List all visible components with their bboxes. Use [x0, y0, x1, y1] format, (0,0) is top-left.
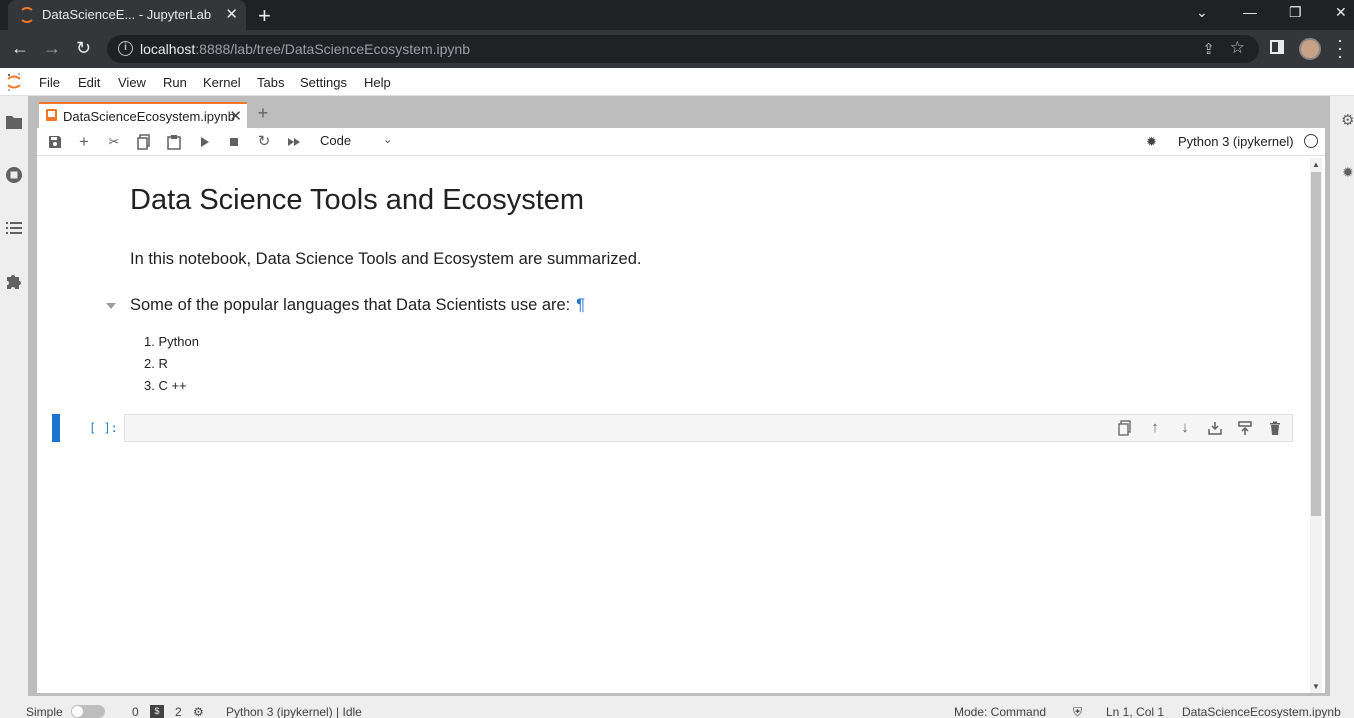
menu-view[interactable]: View	[118, 75, 146, 90]
restart-run-all-icon[interactable]	[286, 134, 302, 150]
copy-icon[interactable]	[136, 134, 152, 150]
running-kernels-icon[interactable]	[5, 166, 23, 184]
menu-tabs[interactable]: Tabs	[257, 75, 284, 90]
collapse-heading-icon[interactable]	[106, 303, 116, 309]
stop-icon[interactable]	[226, 134, 242, 150]
forward-icon[interactable]: →	[43, 38, 61, 59]
save-icon[interactable]	[47, 134, 63, 150]
right-activity-bar: ⚙ ✹	[1330, 96, 1354, 696]
extensions-icon[interactable]	[5, 272, 23, 290]
notebook-toolbar: + ✂ ↻ Code ⌄ ✹ Python 3 (ipykernel)	[37, 128, 1325, 156]
reload-icon[interactable]: ↻	[76, 38, 91, 59]
file-browser-icon[interactable]	[5, 113, 23, 131]
delete-cell-icon[interactable]	[1267, 420, 1283, 436]
bug-icon[interactable]: ✹	[1146, 134, 1157, 150]
notebook-scrollbar[interactable]: ▲ ▼	[1310, 158, 1322, 693]
run-icon[interactable]	[196, 134, 212, 150]
restart-kernel-icon[interactable]: ↻	[256, 134, 272, 150]
tab-search-icon[interactable]: ⌄	[1196, 4, 1208, 21]
scrollbar-thumb[interactable]	[1311, 172, 1321, 516]
languages-list: 1. Python 2. R 3. C ++	[144, 331, 199, 397]
side-panel-icon[interactable]	[1270, 40, 1284, 54]
languages-heading: Some of the popular languages that Data …	[130, 296, 585, 315]
profile-avatar[interactable]	[1299, 38, 1321, 60]
browser-tabbar: DataScienceE... - JupyterLab ✕ + ⌄ — ❐ ✕	[0, 0, 1354, 30]
browser-tab[interactable]: DataScienceE... - JupyterLab ✕	[8, 0, 246, 30]
browser-menu-icon[interactable]: · · ·	[1337, 31, 1343, 65]
terminals-count[interactable]: 0	[132, 705, 139, 718]
simple-mode-label: Simple	[26, 705, 63, 718]
kernel-status-circle-icon	[1304, 134, 1318, 148]
status-filename: DataScienceEcosystem.ipynb	[1182, 705, 1341, 718]
status-bar: Simple 0 $ 2 ⚙ Python 3 (ipykernel) | Id…	[0, 696, 1354, 718]
menu-help[interactable]: Help	[364, 75, 391, 90]
intro-paragraph: In this notebook, Data Science Tools and…	[130, 250, 642, 268]
menu-file[interactable]: File	[39, 75, 60, 90]
mode-indicator: Mode: Command	[954, 705, 1047, 718]
languages-heading-text: Some of the popular languages that Data …	[130, 296, 571, 314]
list-item: 3. C ++	[144, 378, 187, 393]
bookmark-star-icon[interactable]: ☆	[1230, 38, 1245, 58]
scroll-up-icon[interactable]: ▲	[1312, 160, 1320, 169]
paste-icon[interactable]	[166, 134, 182, 150]
cursor-position[interactable]: Ln 1, Col 1	[1106, 705, 1164, 718]
menu-kernel[interactable]: Kernel	[203, 75, 241, 90]
debugger-icon[interactable]: ✹	[1342, 164, 1354, 181]
active-cell-indicator	[52, 414, 60, 442]
menu-edit[interactable]: Edit	[78, 75, 100, 90]
left-activity-bar	[0, 96, 28, 696]
jupyter-logo-icon	[7, 73, 21, 91]
property-inspector-icon[interactable]: ⚙	[1341, 111, 1354, 129]
simple-mode-toggle[interactable]	[71, 705, 105, 718]
new-tab-button[interactable]: +	[258, 3, 271, 29]
terminal-icon[interactable]: $	[150, 705, 164, 718]
move-down-icon[interactable]: ↓	[1177, 420, 1193, 436]
new-launcher-button[interactable]: +	[250, 102, 276, 126]
list-item: 1. Python	[144, 334, 199, 349]
heading-anchor-link[interactable]: ¶	[576, 296, 585, 314]
chevron-down-icon[interactable]: ⌄	[383, 133, 392, 146]
jupyter-menubar: File Edit View Run Kernel Tabs Settings …	[0, 68, 1354, 96]
insert-above-icon[interactable]	[1207, 420, 1223, 436]
duplicate-cell-icon[interactable]	[1117, 420, 1133, 436]
browser-tab-title: DataScienceE... - JupyterLab	[42, 7, 212, 22]
close-window-icon[interactable]: ✕	[1335, 4, 1347, 21]
kernel-icon[interactable]: ⚙	[193, 705, 204, 718]
input-prompt: [ ]:	[89, 421, 118, 435]
notebook-tab[interactable]: DataScienceEcosystem.ipynb ✕	[39, 102, 247, 128]
notebook-heading: Data Science Tools and Ecosystem	[130, 184, 585, 216]
address-bar[interactable]: i localhost:8888/lab/tree/DataScienceEco…	[107, 35, 1259, 63]
cell-type-select[interactable]: Code	[320, 133, 351, 148]
close-notebook-tab-icon[interactable]: ✕	[229, 107, 242, 125]
table-of-contents-icon[interactable]	[5, 219, 23, 237]
restore-icon[interactable]: ❐	[1289, 4, 1302, 21]
jupyter-favicon-icon	[19, 7, 35, 23]
url-text: localhost:8888/lab/tree/DataScienceEcosy…	[140, 41, 470, 57]
move-up-icon[interactable]: ↑	[1147, 420, 1163, 436]
insert-cell-icon[interactable]: +	[76, 133, 92, 150]
notebook-panel: + ✂ ↻ Code ⌄ ✹ Python 3 (ipykernel) Data…	[37, 128, 1325, 693]
minimize-icon[interactable]: —	[1243, 4, 1257, 20]
cut-icon[interactable]: ✂	[106, 134, 122, 150]
trusted-shield-icon[interactable]: ⛨	[1073, 705, 1082, 718]
back-icon[interactable]: ←	[11, 38, 29, 59]
menu-run[interactable]: Run	[163, 75, 187, 90]
browser-toolbar: ← → ↻ i localhost:8888/lab/tree/DataScie…	[0, 30, 1354, 68]
site-info-icon[interactable]: i	[118, 41, 133, 56]
scroll-down-icon[interactable]: ▼	[1312, 682, 1320, 691]
kernels-count[interactable]: 2	[175, 705, 182, 718]
kernel-status-text[interactable]: Python 3 (ipykernel) | Idle	[226, 705, 362, 718]
menu-settings[interactable]: Settings	[300, 75, 347, 90]
close-tab-icon[interactable]: ✕	[225, 5, 238, 23]
notebook-file-icon	[46, 109, 57, 121]
insert-below-icon[interactable]	[1237, 420, 1253, 436]
share-icon[interactable]: ⇪	[1202, 40, 1215, 58]
notebook-tab-label: DataScienceEcosystem.ipynb	[63, 109, 235, 124]
kernel-name[interactable]: Python 3 (ipykernel)	[1178, 134, 1294, 149]
list-item: 2. R	[144, 356, 168, 371]
